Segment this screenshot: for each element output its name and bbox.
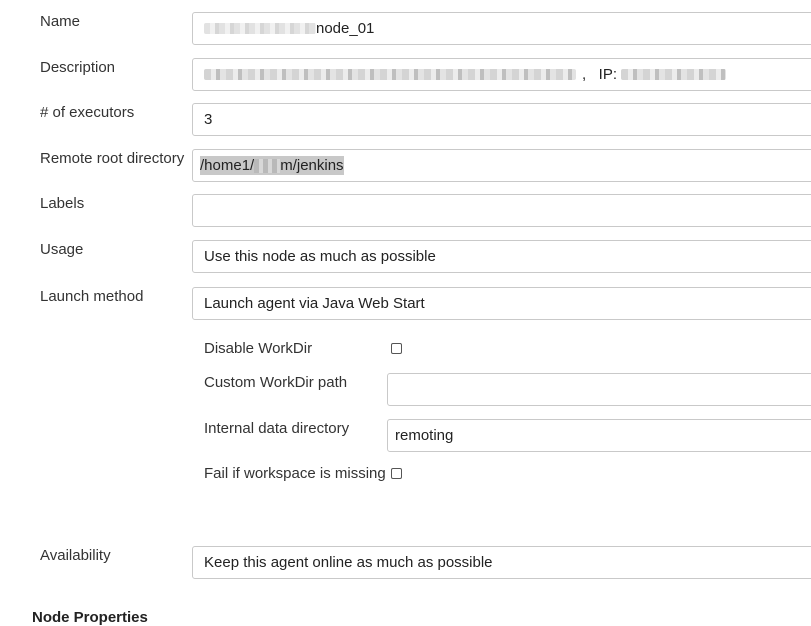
fail-if-missing-checkbox[interactable] <box>391 468 402 479</box>
fail-if-missing-label: Fail if workspace is missing <box>204 465 386 482</box>
internal-data-dir-label: Internal data directory <box>204 420 350 437</box>
remote-root-label: Remote root directory <box>40 150 185 167</box>
redacted-text <box>204 23 316 34</box>
launch-method-value: Launch agent via Java Web Start <box>204 295 425 312</box>
ip-label: , IP: <box>582 66 618 83</box>
availability-value: Keep this agent online as much as possib… <box>204 554 493 571</box>
labels-label: Labels <box>40 195 85 212</box>
availability-select[interactable]: Keep this agent online as much as possib… <box>192 546 811 579</box>
usage-value: Use this node as much as possible <box>204 248 436 265</box>
redacted-ip <box>621 69 727 80</box>
name-input[interactable]: node_01 <box>192 12 811 45</box>
launch-method-label: Launch method <box>40 288 144 305</box>
description-label: Description <box>40 59 116 76</box>
usage-select[interactable]: Use this node as much as possible <box>192 240 811 273</box>
executors-label: # of executors <box>40 104 135 121</box>
launch-method-select[interactable]: Launch agent via Java Web Start <box>192 287 811 320</box>
remote-root-input[interactable]: /home1/m/jenkins <box>192 149 811 182</box>
custom-workdir-label: Custom WorkDir path <box>204 374 348 391</box>
remote-root-suffix: m/jenkins <box>280 157 344 174</box>
redacted-text <box>254 159 281 174</box>
internal-data-dir-input[interactable]: remoting <box>387 419 811 452</box>
executors-input[interactable]: 3 <box>192 103 811 136</box>
custom-workdir-input[interactable] <box>387 373 811 406</box>
disable-workdir-label: Disable WorkDir <box>204 340 313 357</box>
description-input[interactable]: , IP: <box>192 58 811 91</box>
disable-workdir-checkbox[interactable] <box>391 343 402 354</box>
usage-label: Usage <box>40 241 84 258</box>
selected-path: /home1/m/jenkins <box>200 156 344 175</box>
labels-input[interactable] <box>192 194 811 227</box>
redacted-text <box>204 69 576 80</box>
remote-root-prefix: /home1/ <box>200 157 255 174</box>
name-value: node_01 <box>316 20 375 37</box>
executors-value: 3 <box>204 111 213 128</box>
internal-data-dir-value: remoting <box>395 427 454 444</box>
name-label: Name <box>40 13 81 30</box>
availability-label: Availability <box>40 547 111 564</box>
